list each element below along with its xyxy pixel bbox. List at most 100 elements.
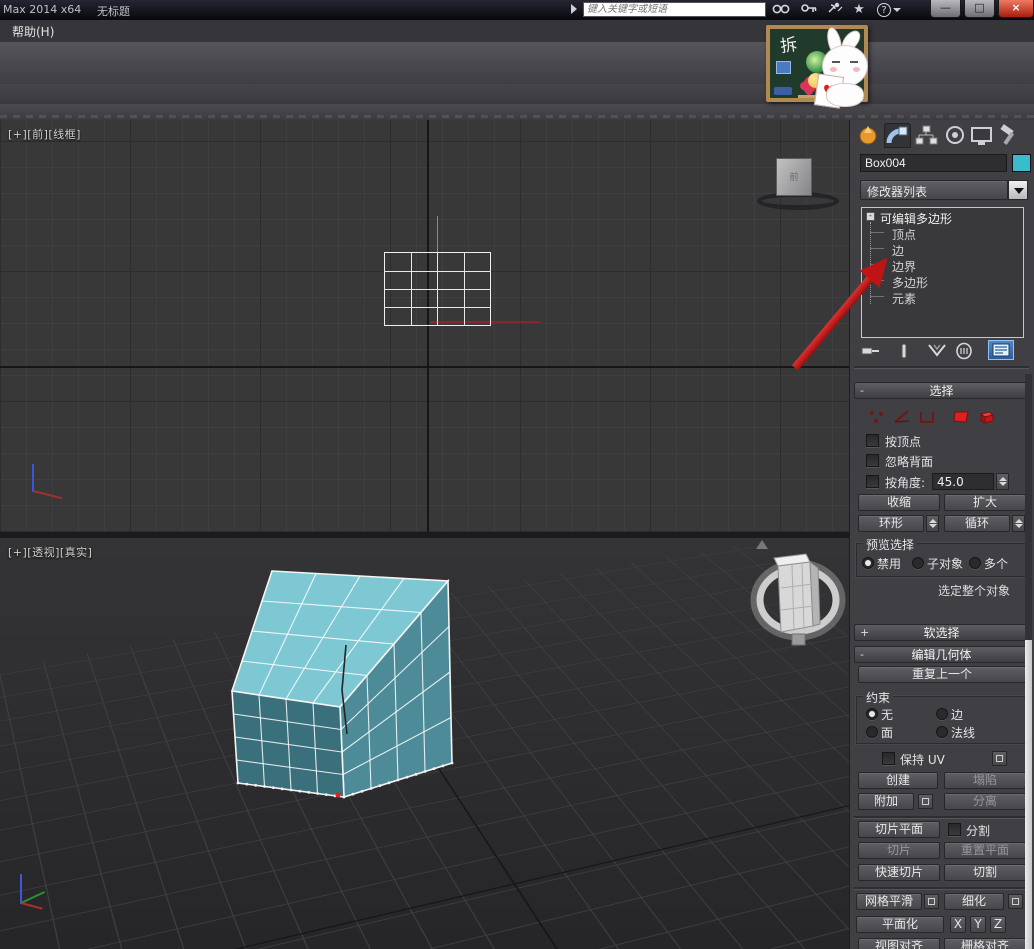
help-icon[interactable]: ? — [873, 1, 895, 18]
by-angle-checkbox[interactable] — [866, 475, 879, 488]
create-button[interactable]: 创建 — [858, 772, 938, 789]
subscription-key-icon[interactable] — [798, 1, 820, 18]
stack-collapse-toggle[interactable]: - — [866, 212, 875, 221]
configure-modifier-sets-icon[interactable] — [988, 340, 1014, 360]
object-color-swatch[interactable] — [1012, 154, 1031, 172]
help-dropdown-arrow-icon[interactable] — [893, 8, 901, 12]
ring-button[interactable]: 环形 — [858, 515, 924, 532]
planar-y-button[interactable]: Y — [970, 916, 986, 933]
viewport-perspective[interactable]: [+][透视][真实] — [0, 538, 849, 949]
tab-utilities[interactable] — [996, 123, 1023, 148]
close-button[interactable]: × — [998, 0, 1034, 18]
by-vertex-checkbox[interactable] — [866, 434, 879, 447]
subobject-edge-icon[interactable] — [892, 408, 912, 428]
minimize-button[interactable]: — — [930, 0, 961, 18]
ribbon-strip-top — [0, 84, 1034, 105]
planar-z-button[interactable]: Z — [990, 916, 1006, 933]
grow-button[interactable]: 扩大 — [944, 494, 1026, 511]
subobject-vertex-icon[interactable] — [867, 408, 887, 428]
angle-value-field[interactable]: 45.0 — [932, 473, 994, 490]
viewport-front[interactable]: [+][前][线框] 前 — [0, 120, 849, 532]
object-name-field[interactable] — [860, 154, 1007, 172]
make-planar-button[interactable]: 平面化 — [856, 916, 944, 933]
reset-plane-button[interactable]: 重置平面 — [944, 842, 1026, 859]
preview-multiple-radio[interactable] — [969, 557, 981, 569]
quick-slice-button[interactable]: 快速切片 — [858, 864, 940, 881]
grid-align-button[interactable]: 栅格对齐 — [944, 938, 1026, 949]
communication-satellite-icon[interactable] — [824, 1, 846, 18]
loop-spinner[interactable] — [1012, 515, 1025, 532]
preview-subobj-radio[interactable] — [912, 557, 924, 569]
subobject-polygon-icon[interactable] — [951, 408, 971, 428]
show-end-result-icon[interactable] — [896, 342, 912, 363]
msmooth-button[interactable]: 网格平滑 — [856, 893, 922, 910]
ring-spinner[interactable] — [926, 515, 939, 532]
wireframe-box[interactable] — [384, 252, 491, 326]
constraint-none-radio[interactable] — [866, 708, 878, 720]
constraint-face-radio[interactable] — [866, 726, 878, 738]
collapse-button[interactable]: 塌陷 — [944, 772, 1026, 789]
attach-button[interactable]: 附加 — [858, 793, 914, 810]
preview-multiple-label: 多个 — [984, 555, 1008, 572]
ignore-backfacing-checkbox[interactable] — [866, 454, 879, 467]
modifier-list-arrow[interactable] — [1008, 180, 1028, 200]
viewcube-perspective[interactable] — [750, 548, 849, 658]
shrink-button[interactable]: 收缩 — [858, 494, 940, 511]
max-application-window: Max 2014 x64 无标题 ★ ? — □ × 帮助(H) — [0, 0, 1034, 949]
stack-root-editable-poly[interactable]: 可编辑多边形 — [880, 210, 952, 227]
box3d-render[interactable] — [0, 538, 849, 949]
maximize-button[interactable]: □ — [964, 0, 995, 18]
viewcube-front[interactable]: 前 — [776, 158, 812, 196]
stack-item-element[interactable]: 元素 — [892, 290, 916, 307]
menu-help[interactable]: 帮助(H) — [12, 23, 54, 40]
infocenter-search-input[interactable] — [583, 2, 766, 17]
detach-button[interactable]: 分离 — [944, 793, 1026, 810]
tab-create[interactable] — [855, 123, 882, 148]
planar-x-button[interactable]: X — [950, 916, 966, 933]
tab-hierarchy[interactable] — [913, 123, 940, 148]
loop-button[interactable]: 循环 — [944, 515, 1010, 532]
angle-spinner[interactable] — [996, 473, 1009, 490]
subobject-element-icon[interactable] — [977, 408, 997, 428]
viewport-front-label[interactable]: [+][前][线框] — [8, 126, 81, 142]
cut-button[interactable]: 切割 — [944, 864, 1026, 881]
ribbon-strip-bottom[interactable] — [0, 104, 1034, 121]
slice-plane-button[interactable]: 切片平面 — [858, 821, 940, 838]
tessellate-button[interactable]: 细化 — [944, 893, 1004, 910]
tab-modify[interactable] — [884, 123, 911, 148]
split-checkbox[interactable] — [948, 823, 961, 836]
rollout-edit-geometry-title: 编辑几何体 — [911, 648, 971, 662]
selection-status-text: 选定整个对象 — [938, 582, 1010, 599]
favorites-star-icon[interactable]: ★ — [848, 1, 870, 18]
subobject-border-icon[interactable] — [917, 408, 937, 428]
tab-motion[interactable] — [942, 123, 969, 148]
pin-stack-icon[interactable] — [858, 342, 882, 363]
rollout-selection-state: - — [860, 383, 864, 399]
panel-scrollbar-thumb[interactable] — [1025, 640, 1032, 949]
rollout-selection[interactable]: - 选择 — [854, 382, 1029, 399]
make-unique-icon[interactable] — [926, 342, 948, 363]
view-align-button[interactable]: 视图对齐 — [858, 938, 940, 949]
tab-display[interactable] — [968, 123, 995, 148]
modifier-stack[interactable]: - 可编辑多边形 顶点 边 边界 多边形 元素 — [861, 207, 1024, 338]
preserve-uv-checkbox[interactable] — [882, 752, 895, 765]
search-binoculars-icon[interactable] — [770, 1, 792, 18]
constraint-edge-radio[interactable] — [936, 708, 948, 720]
stack-item-vertex[interactable]: 顶点 — [892, 226, 916, 243]
slice-button[interactable]: 切片 — [858, 842, 940, 859]
stack-item-polygon[interactable]: 多边形 — [892, 274, 928, 291]
stack-item-border[interactable]: 边界 — [892, 258, 916, 275]
rollout-edit-geometry[interactable]: - 编辑几何体 — [854, 646, 1029, 663]
preserve-uv-settings-button[interactable] — [992, 751, 1007, 766]
remove-modifier-icon[interactable] — [954, 342, 974, 363]
stack-item-edge[interactable]: 边 — [892, 242, 904, 259]
repeat-last-button[interactable]: 重复上一个 — [858, 666, 1026, 683]
search-collapse-arrow-icon[interactable] — [571, 4, 577, 14]
constraint-normal-radio[interactable] — [936, 726, 948, 738]
msmooth-settings-button[interactable] — [924, 894, 939, 909]
modifier-list-dropdown[interactable]: 修改器列表 — [860, 180, 1008, 200]
rollout-soft-selection[interactable]: + 软选择 — [854, 624, 1029, 641]
tessellate-settings-button[interactable] — [1008, 894, 1023, 909]
preview-disable-radio[interactable] — [862, 557, 874, 569]
attach-settings-button[interactable] — [918, 794, 933, 809]
